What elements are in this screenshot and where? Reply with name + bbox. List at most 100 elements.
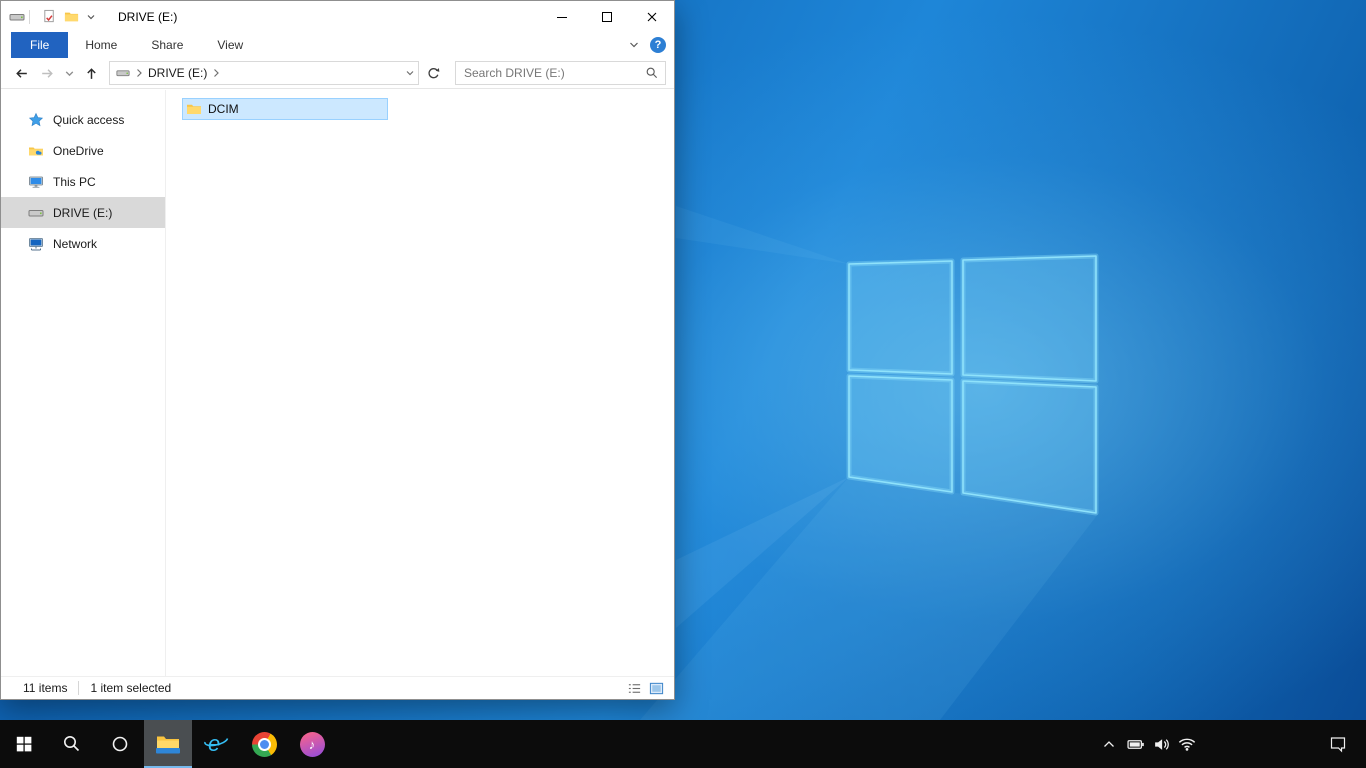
search-icon: [64, 736, 80, 752]
breadcrumb-chevron-icon[interactable]: [134, 68, 144, 78]
ribbon-tab-bar: File Home Share View ?: [1, 32, 674, 58]
recent-locations-button[interactable]: [61, 61, 77, 85]
sidebar-item-label: This PC: [53, 174, 96, 189]
sidebar-item-drive-e[interactable]: DRIVE (E:): [1, 197, 165, 228]
taskbar-itunes-button[interactable]: ♪: [288, 720, 336, 768]
refresh-icon: [427, 67, 439, 78]
minimize-button[interactable]: [539, 1, 584, 32]
ribbon-tab-home[interactable]: Home: [68, 32, 134, 58]
sidebar-item-this-pc[interactable]: This PC: [1, 166, 165, 197]
sidebar-item-label: OneDrive: [53, 143, 104, 158]
file-item-dcim[interactable]: DCIM: [182, 98, 388, 120]
minimize-icon: [556, 16, 567, 18]
status-separator: [78, 681, 80, 695]
itunes-icon: ♪: [299, 731, 325, 757]
drive-icon: [28, 209, 44, 216]
address-dropdown-chevron-icon[interactable]: [404, 67, 416, 79]
back-arrow-icon: [15, 68, 27, 78]
qat-new-folder-icon[interactable]: [64, 9, 79, 24]
action-center-button[interactable]: [1318, 720, 1358, 768]
close-button[interactable]: [629, 1, 674, 32]
items-count: 11 items: [23, 681, 68, 695]
file-explorer-icon: [156, 736, 180, 754]
titlebar-separator: [29, 9, 30, 24]
onedrive-cloud-icon: [29, 147, 43, 155]
taskbar: e ♪: [0, 720, 1366, 768]
breadcrumb[interactable]: DRIVE (E:): [148, 66, 207, 80]
taskbar-file-explorer-button[interactable]: [144, 720, 192, 768]
system-tray: [1096, 720, 1366, 768]
chrome-icon: [251, 731, 277, 757]
computer-icon: [29, 176, 43, 188]
back-button[interactable]: [9, 61, 33, 85]
breadcrumb-chevron-icon[interactable]: [211, 68, 221, 78]
ie-letter: e: [208, 731, 220, 756]
sidebar-item-label: Network: [53, 236, 98, 251]
caption-buttons: [539, 1, 674, 32]
network-icon: [29, 237, 43, 250]
view-toggle-buttons: [627, 681, 664, 696]
taskbar-chrome-button[interactable]: [240, 720, 288, 768]
file-explorer-window: DRIVE (E:) File Home Share View ? DRIVE …: [0, 0, 675, 700]
close-icon: [647, 12, 656, 21]
maximize-icon: [601, 11, 612, 22]
action-center-icon: [1330, 737, 1346, 753]
qat-customize-chevron-icon[interactable]: [86, 12, 96, 22]
file-list[interactable]: DCIM: [166, 90, 674, 676]
navigation-pane: Quick access OneDrive This PC DRIVE (E:)…: [1, 90, 166, 676]
navigation-bar: DRIVE (E:): [1, 58, 674, 89]
maximize-button[interactable]: [584, 1, 629, 32]
forward-arrow-icon: [41, 68, 53, 78]
tray-battery-button[interactable]: [1122, 720, 1148, 768]
tray-spacer: [1200, 720, 1318, 768]
sidebar-item-onedrive[interactable]: OneDrive: [1, 135, 165, 166]
ribbon-tab-view[interactable]: View: [200, 32, 260, 58]
help-icon: ?: [654, 39, 662, 51]
cortana-icon: [112, 736, 128, 752]
wifi-icon: [1178, 738, 1196, 751]
cortana-button[interactable]: [96, 720, 144, 768]
up-button[interactable]: [79, 61, 103, 85]
window-titlebar: DRIVE (E:): [1, 1, 674, 32]
tray-network-button[interactable]: [1174, 720, 1200, 768]
window-title: DRIVE (E:): [118, 9, 178, 24]
window-drive-icon: [9, 13, 25, 20]
speaker-icon: [1154, 738, 1169, 750]
refresh-button[interactable]: [421, 61, 445, 85]
selection-count: 1 item selected: [90, 681, 172, 695]
address-bar[interactable]: DRIVE (E:): [109, 61, 419, 85]
search-input[interactable]: [462, 65, 645, 81]
music-note-glyph: ♪: [308, 736, 316, 752]
sidebar-item-label: DRIVE (E:): [53, 205, 113, 220]
address-drive-icon: [116, 70, 130, 77]
star-icon: [28, 112, 44, 126]
sidebar-item-label: Quick access: [53, 112, 125, 127]
sidebar-item-quick-access[interactable]: Quick access: [1, 104, 165, 135]
battery-icon: [1126, 739, 1144, 749]
window-body: Quick access OneDrive This PC DRIVE (E:)…: [1, 90, 674, 676]
ribbon-tab-share[interactable]: Share: [134, 32, 200, 58]
ribbon-tab-file[interactable]: File: [11, 32, 69, 58]
recent-locations-chevron-icon: [65, 70, 73, 76]
tray-volume-button[interactable]: [1148, 720, 1174, 768]
sidebar-item-network[interactable]: Network: [1, 228, 165, 259]
start-button[interactable]: [0, 720, 48, 768]
search-box: [455, 61, 666, 85]
search-icon[interactable]: [645, 66, 659, 80]
folder-icon: [187, 104, 201, 114]
taskbar-search-button[interactable]: [48, 720, 96, 768]
tray-show-hidden-icons-button[interactable]: [1096, 720, 1122, 768]
expand-ribbon-chevron-icon[interactable]: [628, 39, 640, 51]
ie-icon: e: [203, 731, 229, 757]
large-icons-view-icon[interactable]: [649, 681, 664, 696]
forward-button[interactable]: [35, 61, 59, 85]
windows-logo-icon: [16, 736, 32, 752]
qat-properties-icon[interactable]: [42, 9, 57, 24]
chevron-up-icon: [1104, 741, 1114, 747]
help-button[interactable]: ?: [650, 37, 666, 53]
taskbar-internet-explorer-button[interactable]: e: [192, 720, 240, 768]
status-bar: 11 items 1 item selected: [1, 676, 674, 699]
file-item-label: DCIM: [208, 102, 239, 116]
quick-access-toolbar: [42, 9, 96, 24]
details-view-icon[interactable]: [627, 681, 642, 696]
